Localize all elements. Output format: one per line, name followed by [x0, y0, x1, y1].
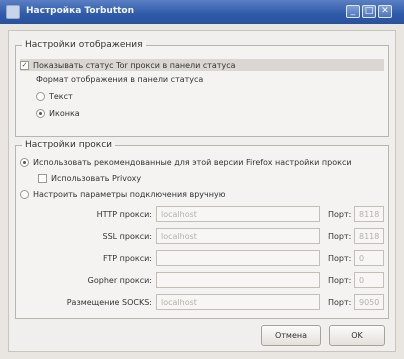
show-status-checkbox[interactable]: ✓	[20, 60, 29, 70]
show-status-label: Показывать статус Tor прокси в панели ст…	[33, 60, 236, 70]
use-recommended-label: Использовать рекомендованные для этой ве…	[33, 158, 352, 167]
ftp-proxy-input[interactable]	[156, 250, 320, 266]
ssl-port-input[interactable]: 8118	[354, 228, 384, 244]
gopher-proxy-label: Gopher прокси:	[87, 276, 152, 285]
app-icon	[6, 5, 20, 19]
manual-row[interactable]: Настроить параметры подключения вручную	[20, 190, 225, 199]
gopher-port-input[interactable]: 0	[354, 272, 384, 288]
title-bar: Настройка Torbutton _ □ ✕	[0, 0, 404, 24]
http-proxy-input[interactable]: localhost	[156, 206, 320, 222]
dialog-body: Настройки отображения ✓ Показывать стату…	[8, 30, 396, 352]
use-recommended-radio[interactable]	[20, 158, 29, 167]
text-radio[interactable]	[36, 92, 45, 101]
close-button[interactable]: ✕	[378, 5, 392, 18]
gopher-port-label: Порт:	[328, 276, 352, 285]
ftp-port-label: Порт:	[328, 254, 352, 263]
http-proxy-label: HTTP прокси:	[96, 210, 152, 219]
ok-button[interactable]: OK	[329, 325, 385, 346]
http-port-label: Порт:	[328, 210, 352, 219]
socks-port-label: Порт:	[328, 298, 352, 307]
window-title: Настройка Torbutton	[26, 6, 135, 16]
use-privoxy-checkbox[interactable]	[38, 174, 47, 183]
ssl-port-label: Порт:	[328, 232, 352, 241]
manual-label: Настроить параметры подключения вручную	[33, 190, 226, 199]
http-port-input[interactable]: 8118	[354, 206, 384, 222]
socks-port-input[interactable]: 9050	[354, 294, 384, 310]
display-settings-group: Настройки отображения ✓ Показывать стату…	[15, 40, 389, 137]
use-recommended-row[interactable]: Использовать рекомендованные для этой ве…	[20, 158, 352, 167]
proxy-settings-group: Настройки прокси Использовать рекомендов…	[15, 140, 389, 319]
format-row: Формат отображения в панели статуса	[36, 75, 203, 84]
display-settings-title: Настройки отображения	[22, 40, 146, 50]
proxy-settings-title: Настройки прокси	[22, 140, 116, 150]
use-privoxy-row[interactable]: Использовать Privoxy	[38, 174, 141, 183]
maximize-button[interactable]: □	[362, 5, 376, 18]
show-status-row[interactable]: ✓ Показывать статус Tor прокси в панели …	[20, 59, 384, 71]
cancel-button[interactable]: Отмена	[261, 325, 321, 346]
icon-radio[interactable]	[36, 109, 45, 118]
ssl-proxy-label: SSL прокси:	[102, 232, 152, 241]
text-option-row[interactable]: Текст	[36, 92, 73, 101]
text-option-label: Текст	[49, 92, 73, 101]
manual-radio[interactable]	[20, 190, 29, 199]
gopher-proxy-input[interactable]	[156, 272, 320, 288]
minimize-button[interactable]: _	[346, 5, 360, 18]
ftp-port-input[interactable]: 0	[354, 250, 384, 266]
icon-option-row[interactable]: Иконка	[36, 109, 80, 118]
socks-host-label: Размещение SOCKS:	[66, 298, 152, 307]
format-label: Формат отображения в панели статуса	[36, 75, 204, 84]
ssl-proxy-input[interactable]: localhost	[156, 228, 320, 244]
socks-host-input[interactable]: localhost	[156, 294, 320, 310]
use-privoxy-label: Использовать Privoxy	[51, 174, 142, 183]
icon-option-label: Иконка	[49, 109, 80, 118]
ftp-proxy-label: FTP прокси:	[102, 254, 152, 263]
